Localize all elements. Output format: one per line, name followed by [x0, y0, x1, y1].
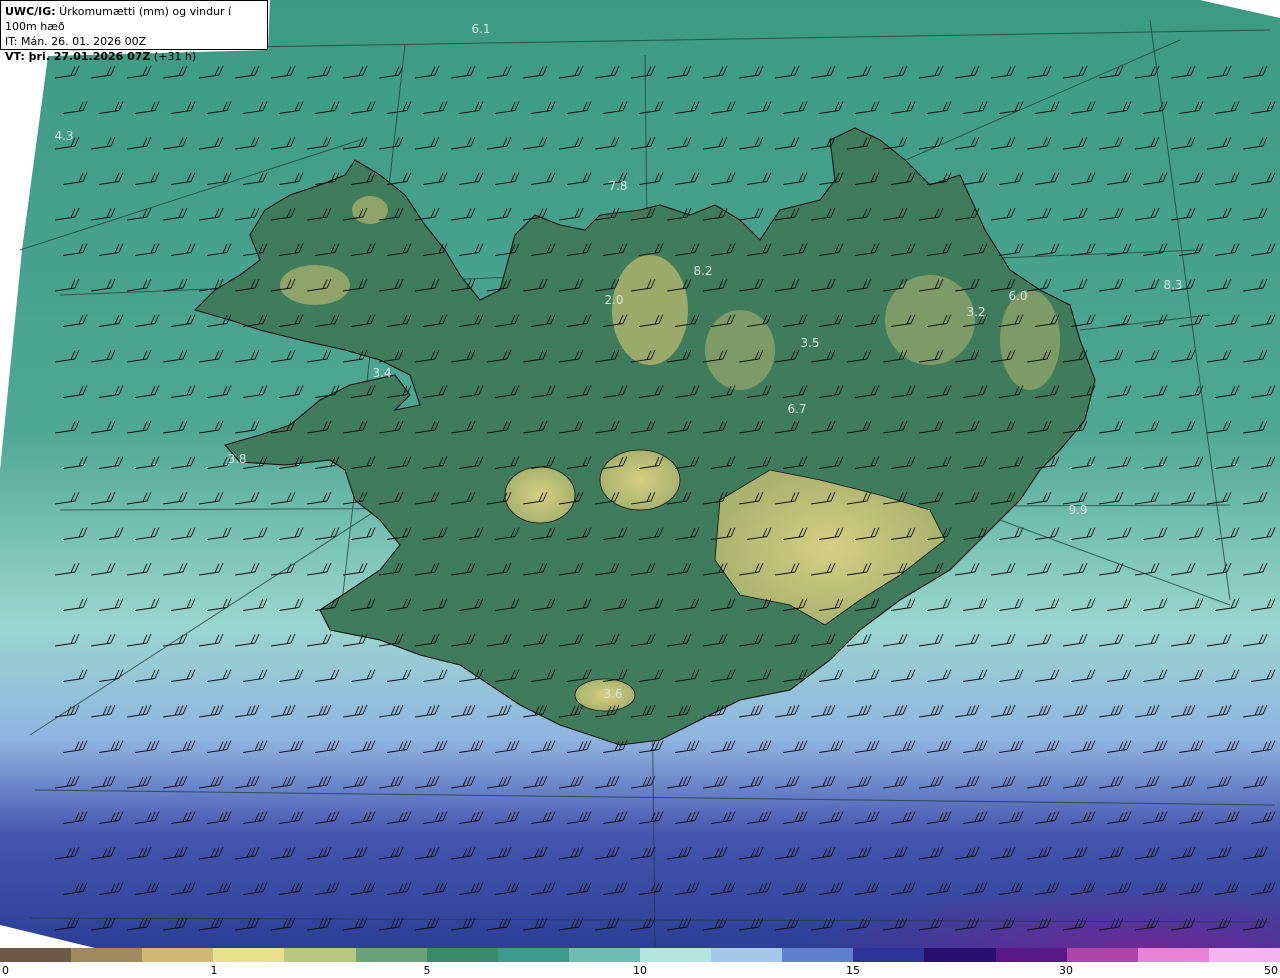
- precipitation-wind-map: 6.1 4.3 7.8 8.2 2.0 3.5 3.2 8.3 6.0 3.4 …: [0, 0, 1280, 948]
- point-label: 8.3: [1163, 278, 1182, 292]
- colorbar-segment: [497, 948, 569, 962]
- forecast-hour: (+31 h): [150, 50, 197, 63]
- colorbar-segment: [853, 948, 925, 962]
- colorbar-label: 5: [423, 964, 431, 977]
- colorbar-segment: [1066, 948, 1138, 962]
- colorbar-label: 10: [633, 964, 647, 977]
- colorbar-segment: [782, 948, 854, 962]
- init-time: IT: Mán. 26. 01. 2026 00Z: [5, 35, 147, 48]
- model-code: UWC/IG:: [5, 5, 56, 18]
- point-label: 7.8: [608, 179, 627, 193]
- colorbar-segment: [426, 948, 498, 962]
- map-info-box: UWC/IG: Úrkomumætti (mm) og vindur í 100…: [0, 0, 268, 63]
- colorbar-segment: [1208, 948, 1280, 962]
- point-label: 6.0: [1008, 289, 1027, 303]
- point-label: 3.4: [372, 366, 391, 380]
- point-label: 6.7: [787, 402, 806, 416]
- point-label: 3.6: [603, 687, 622, 701]
- colorbar-segment: [568, 948, 640, 962]
- colorbar-segment: [355, 948, 427, 962]
- point-label: 3.2: [966, 305, 985, 319]
- point-label: 2.0: [604, 293, 623, 307]
- point-label: 8.2: [693, 264, 712, 278]
- point-label: 3.8: [227, 452, 246, 466]
- valid-time-line: VT: þri. 27.01.2026 07Z (+31 h): [5, 49, 263, 64]
- colorbar-label: 15: [846, 964, 860, 977]
- colorbar-labels: 0 1 5 10 15 30 50: [0, 962, 1280, 978]
- colorbar-segment: [924, 948, 996, 962]
- colorbar-segment: [995, 948, 1067, 962]
- colorbar-segment: [1137, 948, 1209, 962]
- colorbar-label: 30: [1059, 964, 1073, 977]
- point-label: 6.1: [471, 22, 490, 36]
- point-label: 3.5: [800, 336, 819, 350]
- colorbar-segment: [639, 948, 712, 962]
- point-label: 9.9: [1068, 503, 1087, 517]
- valid-time: VT: þri. 27.01.2026 07Z: [5, 50, 151, 63]
- colorbar-label: 0: [2, 964, 9, 977]
- colorbar-segment: [142, 948, 214, 962]
- colorbar-segment: [213, 948, 285, 962]
- colorbar-segment: [284, 948, 356, 962]
- colorbar-segment: [71, 948, 143, 962]
- colorbar-label: 50: [1264, 964, 1278, 977]
- title-line: UWC/IG: Úrkomumætti (mm) og vindur í 100…: [5, 4, 263, 34]
- point-label: 4.3: [54, 129, 73, 143]
- colorbar-label: 1: [210, 964, 218, 977]
- colorbar-segment: [0, 948, 72, 962]
- colorbar-segment: [711, 948, 783, 962]
- precipitation-colorbar: [0, 948, 1280, 962]
